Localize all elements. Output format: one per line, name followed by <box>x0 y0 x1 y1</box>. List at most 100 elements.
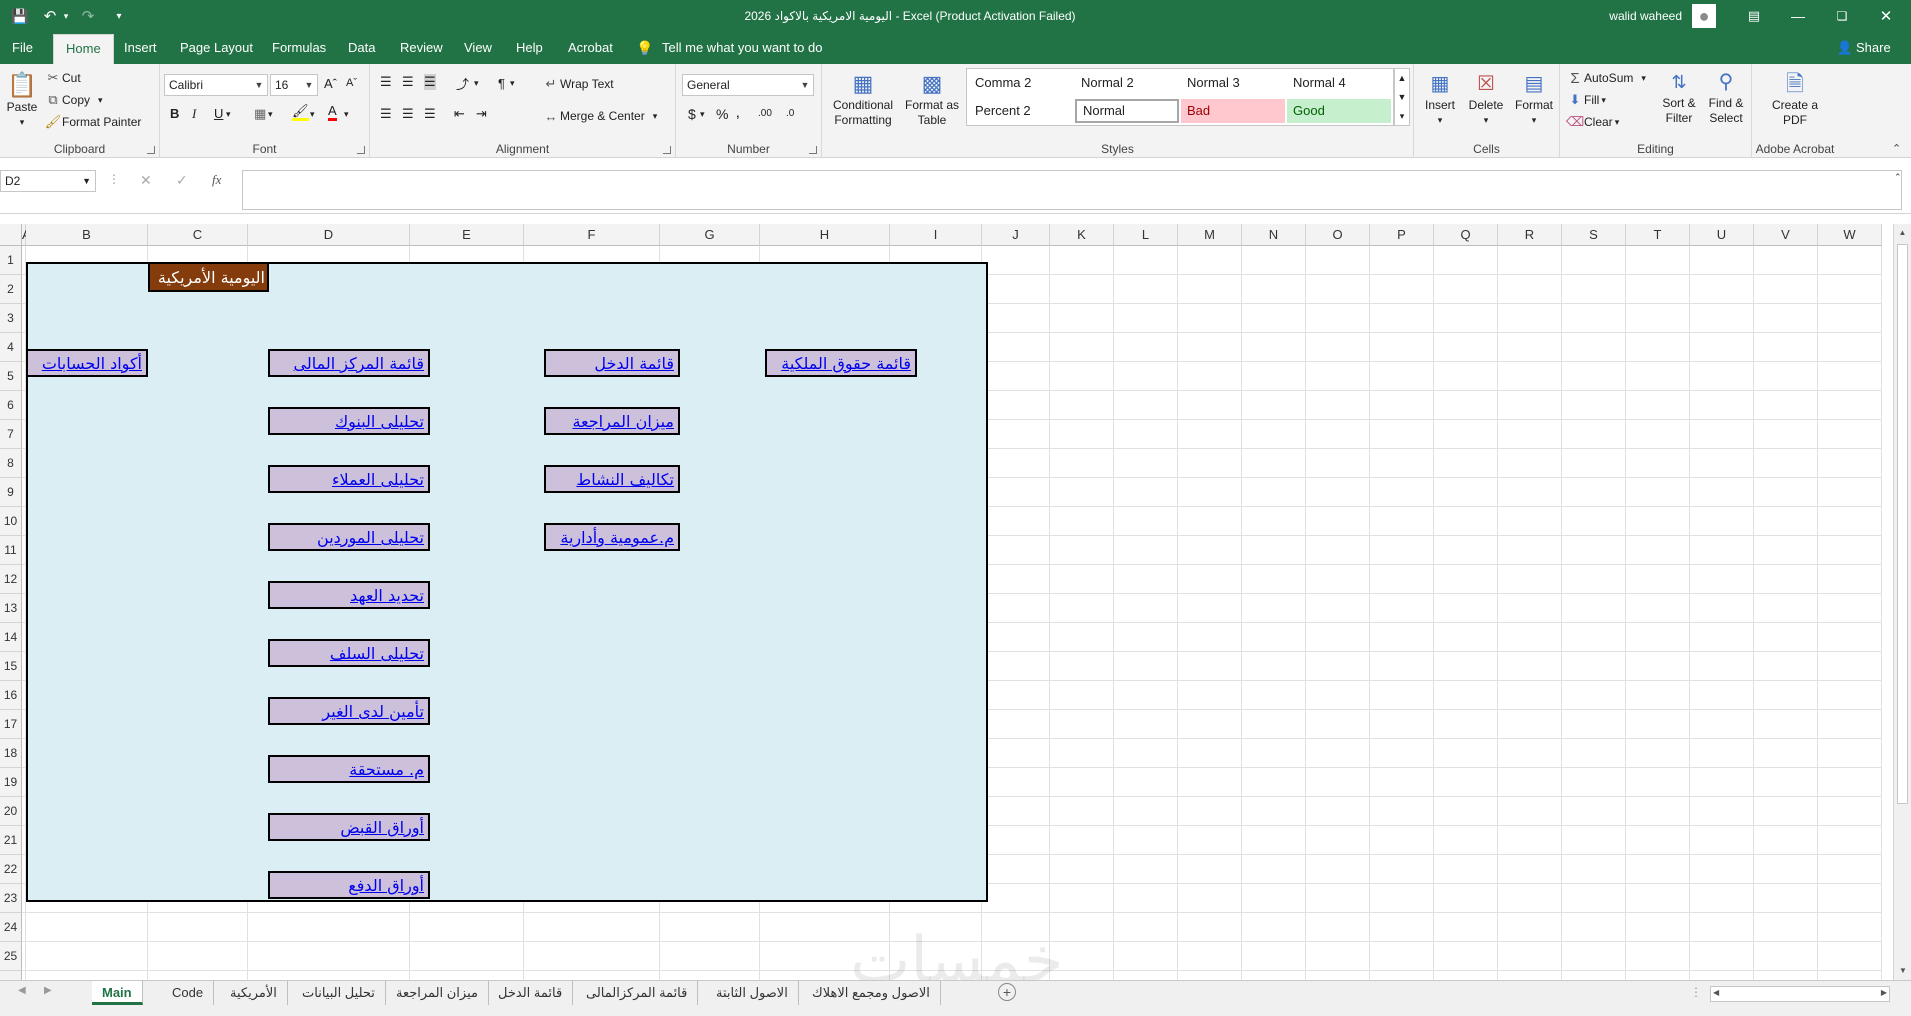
row-header-24[interactable]: 24 <box>0 913 22 942</box>
row-header-16[interactable]: 16 <box>0 681 22 710</box>
row-header-26[interactable]: 26 <box>0 971 22 980</box>
column-header-i[interactable]: I <box>890 224 982 246</box>
font-color-dropdown-icon[interactable]: ▾ <box>344 109 349 120</box>
row-header-18[interactable]: 18 <box>0 739 22 768</box>
fill-color-dropdown-icon[interactable]: ▾ <box>310 109 315 120</box>
share-button[interactable]: Share <box>1856 32 1891 64</box>
style-comma-2[interactable]: Comma 2 <box>969 71 1073 95</box>
clipboard-launcher-icon[interactable] <box>147 146 155 154</box>
style-normal-3[interactable]: Normal 3 <box>1181 71 1285 95</box>
column-header-w[interactable]: W <box>1818 224 1882 246</box>
column-header-c[interactable]: C <box>148 224 248 246</box>
column-header-t[interactable]: T <box>1626 224 1690 246</box>
link-col-d-5[interactable]: تحديد العهد <box>268 581 430 609</box>
name-box[interactable]: D2 ▼ <box>0 170 96 192</box>
link-col-d-2[interactable]: تحليلى البنوك <box>268 407 430 435</box>
tabs-split-icon[interactable]: ⋮ <box>1690 985 1702 999</box>
delete-cells-button[interactable]: ☒ Delete ▾ <box>1464 70 1508 128</box>
wrap-text-button[interactable]: ↵ Wrap Text <box>542 74 614 94</box>
tab-formulas[interactable]: Formulas <box>260 32 338 64</box>
underline-dropdown-icon[interactable]: ▾ <box>226 109 231 120</box>
fill-button[interactable]: ⬇ Fill ▾ <box>1566 90 1606 110</box>
link-col-d-4[interactable]: تحليلى الموردين <box>268 523 430 551</box>
row-header-8[interactable]: 8 <box>0 449 22 478</box>
tab-page-layout[interactable]: Page Layout <box>168 32 265 64</box>
column-header-d[interactable]: D <box>248 224 410 246</box>
column-header-r[interactable]: R <box>1498 224 1562 246</box>
format-painter-button[interactable]: 🖌 Format Painter <box>44 112 142 132</box>
row-header-19[interactable]: 19 <box>0 768 22 797</box>
horizontal-scrollbar[interactable]: ◀ ▶ <box>1710 986 1890 1002</box>
next-sheet-icon[interactable]: ▶ <box>44 985 52 996</box>
sheet-tab-depreciation[interactable]: الاصول ومجمع الاهلاك <box>802 981 941 1005</box>
fill-color-icon[interactable]: 🖌 <box>292 104 309 121</box>
row-header-14[interactable]: 14 <box>0 623 22 652</box>
insert-function-icon[interactable]: fx <box>212 172 221 188</box>
worksheet-grid[interactable]: ABCDEFGHIJKLMNOPQRSTUVW 1234567891011121… <box>0 224 1911 980</box>
clear-button[interactable]: ⌫ Clear ▾ <box>1566 112 1619 132</box>
scroll-down-icon[interactable]: ▼ <box>1894 962 1911 980</box>
row-header-2[interactable]: 2 <box>0 275 22 304</box>
column-header-g[interactable]: G <box>660 224 760 246</box>
sheet-tab-american[interactable]: الأمريكية <box>220 981 288 1005</box>
alignment-launcher-icon[interactable] <box>663 146 671 154</box>
style-percent-2[interactable]: Percent 2 <box>969 99 1073 123</box>
row-header-13[interactable]: 13 <box>0 594 22 623</box>
avatar-icon[interactable]: ● <box>1692 4 1716 28</box>
link-col-f-3[interactable]: تكاليف النشاط <box>544 465 680 493</box>
link-col-d-3[interactable]: تحليلى العملاء <box>268 465 430 493</box>
ribbon-display-icon[interactable]: ▤ <box>1742 6 1766 26</box>
align-top-icon[interactable]: ☰ <box>380 74 392 90</box>
currency-dropdown-icon[interactable]: ▾ <box>700 109 705 120</box>
link-col-h-1[interactable]: قائمة حقوق الملكية <box>765 349 917 377</box>
currency-icon[interactable]: $ <box>688 106 696 122</box>
tab-file[interactable]: File <box>0 32 45 64</box>
format-cells-button[interactable]: ▤ Format ▾ <box>1512 70 1556 128</box>
column-header-f[interactable]: F <box>524 224 660 246</box>
column-header-v[interactable]: V <box>1754 224 1818 246</box>
style-good[interactable]: Good <box>1287 99 1391 123</box>
gallery-more-icon[interactable]: ▾ <box>1395 107 1409 125</box>
orientation-dropdown-icon[interactable]: ▾ <box>474 78 479 89</box>
tab-data[interactable]: Data <box>336 32 387 64</box>
vertical-scroll-thumb[interactable] <box>1897 244 1908 804</box>
redo-icon[interactable]: ↷ <box>78 6 98 26</box>
link-col-d-9[interactable]: أوراق القبض <box>268 813 430 841</box>
link-col-d-7[interactable]: تأمين لدى الغير <box>268 697 430 725</box>
sheet-tab-code[interactable]: Code <box>162 981 215 1005</box>
conditional-formatting-button[interactable]: ▦ Conditional Formatting <box>828 68 898 128</box>
cut-button[interactable]: ✂ Cut <box>44 68 81 88</box>
find-select-button[interactable]: ⚲ Find & Select <box>1702 68 1750 126</box>
link-col-d-10[interactable]: أوراق الدفع <box>268 871 430 899</box>
style-normal-2[interactable]: Normal 2 <box>1075 71 1179 95</box>
tell-me-box[interactable]: Tell me what you want to do <box>662 32 822 64</box>
increase-decimal-icon[interactable]: .00 <box>758 108 772 119</box>
vertical-scrollbar[interactable]: ▲ ▼ <box>1893 224 1911 980</box>
column-header-k[interactable]: K <box>1050 224 1114 246</box>
column-header-s[interactable]: S <box>1562 224 1626 246</box>
insert-cells-button[interactable]: ▦ Insert ▾ <box>1420 70 1460 128</box>
comma-icon[interactable]: ‚ <box>736 104 740 122</box>
percent-icon[interactable]: % <box>716 106 728 122</box>
number-launcher-icon[interactable] <box>809 146 817 154</box>
decrease-decimal-icon[interactable]: .0 <box>786 108 794 119</box>
underline-icon[interactable]: U <box>214 106 223 121</box>
font-size-combo[interactable]: 16 ▼ <box>270 74 318 96</box>
autosum-button[interactable]: Σ AutoSum ▾ <box>1566 68 1646 88</box>
row-header-4[interactable]: 4 <box>0 333 22 362</box>
row-header-21[interactable]: 21 <box>0 826 22 855</box>
tab-view[interactable]: View <box>452 32 504 64</box>
link-account-codes[interactable]: أكواد الحسابات <box>26 349 148 377</box>
decrease-indent-icon[interactable]: ⇤ <box>454 106 465 122</box>
title-cell[interactable]: اليومية الأمريكية <box>148 262 269 292</box>
row-header-12[interactable]: 12 <box>0 565 22 594</box>
gallery-up-icon[interactable]: ▲ <box>1395 69 1409 88</box>
sheet-tab-data-analysis[interactable]: تحليل البيانات <box>292 981 386 1005</box>
row-header-23[interactable]: 23 <box>0 884 22 913</box>
align-right-icon[interactable]: ☰ <box>424 106 436 122</box>
gallery-down-icon[interactable]: ▼ <box>1395 88 1409 107</box>
number-format-combo[interactable]: General ▼ <box>682 74 814 96</box>
column-header-e[interactable]: E <box>410 224 524 246</box>
font-name-combo[interactable]: Calibri ▼ <box>164 74 268 96</box>
tab-insert[interactable]: Insert <box>112 32 169 64</box>
